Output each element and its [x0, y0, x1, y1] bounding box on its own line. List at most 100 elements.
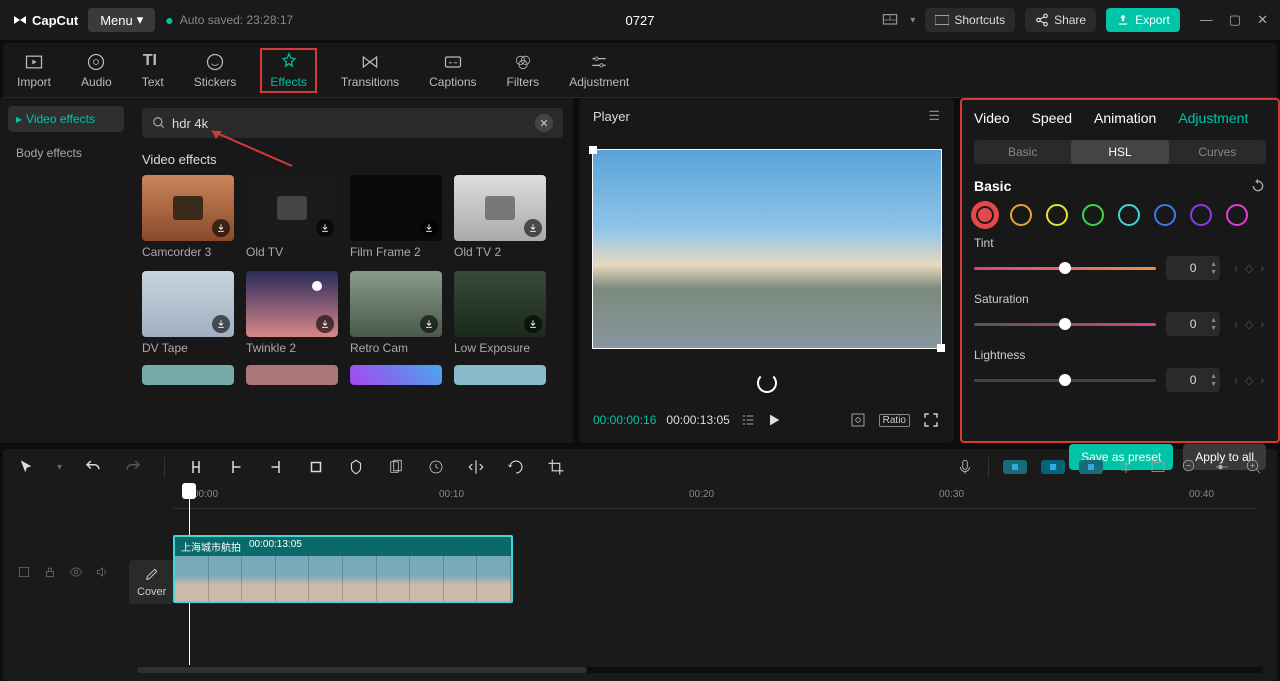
subtab-hsl[interactable]: HSL: [1071, 140, 1168, 164]
tab-stickers[interactable]: Stickers: [188, 48, 243, 93]
shortcuts-button[interactable]: Shortcuts: [925, 8, 1015, 32]
tab-adjustment[interactable]: Adjustment: [563, 48, 635, 93]
effect-item[interactable]: [350, 365, 442, 385]
copy-icon[interactable]: [387, 458, 405, 476]
tab-audio[interactable]: Audio: [75, 48, 118, 93]
player-viewport[interactable]: [579, 134, 954, 363]
panel-tab-animation[interactable]: Animation: [1094, 110, 1156, 126]
tab-effects[interactable]: Effects: [260, 48, 316, 93]
tab-text[interactable]: TIText: [136, 48, 170, 93]
keyframe-nav[interactable]: ‹ ◇ ›: [1234, 318, 1266, 331]
trim-left-icon[interactable]: [227, 458, 245, 476]
effect-item[interactable]: Film Frame 2: [350, 175, 442, 259]
clear-search-button[interactable]: ✕: [535, 114, 553, 132]
fullscreen-icon[interactable]: [922, 411, 940, 429]
track-toggle-1[interactable]: [1003, 460, 1027, 474]
effect-item[interactable]: Twinkle 2: [246, 271, 338, 355]
video-clip[interactable]: 上海城市航拍 00:00:13:05: [173, 535, 513, 603]
color-swatch-green[interactable]: [1082, 204, 1104, 226]
download-icon[interactable]: [316, 219, 334, 237]
delete-icon[interactable]: [307, 458, 325, 476]
export-button[interactable]: Export: [1106, 8, 1180, 32]
eye-icon[interactable]: [69, 565, 83, 579]
mirror-icon[interactable]: [467, 458, 485, 476]
color-swatch-magenta[interactable]: [1226, 204, 1248, 226]
download-icon[interactable]: [420, 219, 438, 237]
download-icon[interactable]: [420, 315, 438, 333]
split-icon[interactable]: [187, 458, 205, 476]
minimize-icon[interactable]: —: [1200, 12, 1213, 28]
effect-item[interactable]: [454, 365, 546, 385]
mic-icon[interactable]: [956, 458, 974, 476]
effect-item[interactable]: [142, 365, 234, 385]
tab-captions[interactable]: Captions: [423, 48, 482, 93]
subtab-basic[interactable]: Basic: [974, 140, 1071, 164]
panel-tab-adjustment[interactable]: Adjustment: [1178, 110, 1248, 126]
pointer-icon[interactable]: [17, 458, 35, 476]
color-swatch-purple[interactable]: [1190, 204, 1212, 226]
align-icon[interactable]: [1117, 458, 1135, 476]
maximize-icon[interactable]: ▢: [1229, 12, 1241, 28]
chevron-down-icon[interactable]: ▾: [57, 462, 62, 473]
lock-icon[interactable]: [43, 565, 57, 579]
download-icon[interactable]: [212, 219, 230, 237]
cover-button[interactable]: Cover: [129, 560, 174, 604]
ratio-button[interactable]: Ratio: [879, 414, 910, 427]
color-swatch-blue[interactable]: [1154, 204, 1176, 226]
keyframe-nav[interactable]: ‹ ◇ ›: [1234, 262, 1266, 275]
tint-value[interactable]: 0▲▼: [1166, 256, 1220, 280]
menu-button[interactable]: Menu ▾: [88, 8, 155, 32]
saturation-value[interactable]: 0▲▼: [1166, 312, 1220, 336]
download-icon[interactable]: [212, 315, 230, 333]
download-icon[interactable]: [316, 315, 334, 333]
effect-item[interactable]: DV Tape: [142, 271, 234, 355]
zoom-slider-icon[interactable]: [1213, 458, 1231, 476]
undo-icon[interactable]: [84, 458, 102, 476]
lightness-value[interactable]: 0▲▼: [1166, 368, 1220, 392]
scale-icon[interactable]: [849, 411, 867, 429]
panel-tab-speed[interactable]: Speed: [1032, 110, 1072, 126]
close-icon[interactable]: ✕: [1257, 12, 1268, 28]
keyframe-nav[interactable]: ‹ ◇ ›: [1234, 374, 1266, 387]
effect-item[interactable]: [246, 365, 338, 385]
panel-tab-video[interactable]: Video: [974, 110, 1010, 126]
mute-icon[interactable]: [95, 565, 109, 579]
tab-import[interactable]: Import: [11, 48, 57, 93]
color-swatch-orange[interactable]: [1010, 204, 1032, 226]
timeline-ruler[interactable]: 00:00 00:10 00:20 00:30 00:40: [173, 485, 1257, 509]
zoom-out-icon[interactable]: [1181, 458, 1199, 476]
timeline-scrollbar[interactable]: [137, 667, 1263, 673]
search-input[interactable]: [172, 116, 529, 131]
play-icon[interactable]: [766, 412, 782, 428]
sidebar-item-video-effects[interactable]: ▸Video effects: [8, 106, 124, 132]
lightness-slider[interactable]: [974, 379, 1156, 382]
saturation-slider[interactable]: [974, 323, 1156, 326]
menu-icon[interactable]: ☰: [928, 108, 940, 124]
color-swatch-red[interactable]: [974, 204, 996, 226]
effect-item[interactable]: Old TV 2: [454, 175, 546, 259]
track-toggle-3[interactable]: [1079, 460, 1103, 474]
timeline[interactable]: 00:00 00:10 00:20 00:30 00:40 Cover 上海城市…: [3, 485, 1277, 681]
color-swatch-cyan[interactable]: [1118, 204, 1140, 226]
magnet-icon[interactable]: [17, 565, 31, 579]
redo-icon[interactable]: [124, 458, 142, 476]
effect-item[interactable]: Camcorder 3: [142, 175, 234, 259]
share-button[interactable]: Share: [1025, 8, 1096, 32]
tab-transitions[interactable]: Transitions: [335, 48, 405, 93]
reverse-icon[interactable]: [427, 458, 445, 476]
chevron-down-icon[interactable]: ▾: [910, 15, 915, 26]
reset-icon[interactable]: [1250, 178, 1266, 194]
list-icon[interactable]: [740, 412, 756, 428]
rotate-icon[interactable]: [507, 458, 525, 476]
tab-filters[interactable]: Filters: [501, 48, 546, 93]
layout-icon[interactable]: [880, 12, 900, 28]
crop-icon[interactable]: [547, 458, 565, 476]
download-icon[interactable]: [524, 219, 542, 237]
track-toggle-2[interactable]: [1041, 460, 1065, 474]
effect-item[interactable]: Old TV: [246, 175, 338, 259]
effect-item[interactable]: Low Exposure: [454, 271, 546, 355]
zoom-in-icon[interactable]: [1245, 458, 1263, 476]
tint-slider[interactable]: [974, 267, 1156, 270]
marker-icon[interactable]: [347, 458, 365, 476]
trim-right-icon[interactable]: [267, 458, 285, 476]
